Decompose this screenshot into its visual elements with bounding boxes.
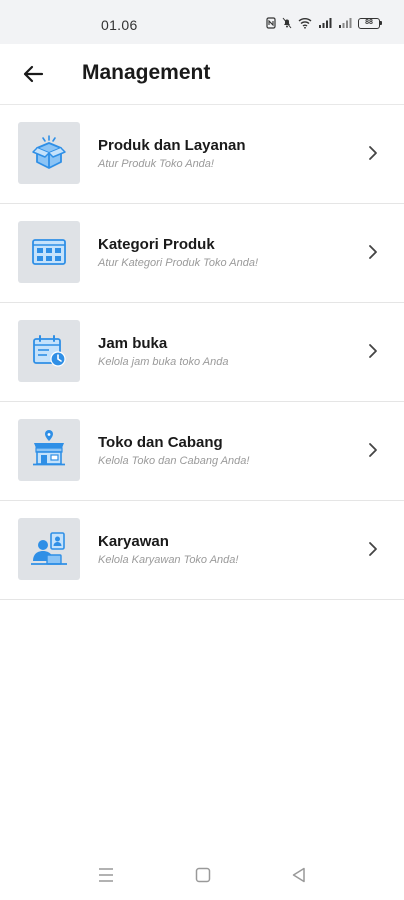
page-title: Management [82, 61, 211, 84]
menu-item-subtitle: Kelola Toko dan Cabang Anda! [98, 455, 250, 467]
chevron-right-icon [369, 245, 377, 259]
menu-item-subtitle: Kelola jam buka toko Anda [98, 356, 229, 368]
menu-item-subtitle: Atur Produk Toko Anda! [98, 158, 214, 170]
chevron-right-icon [369, 542, 377, 556]
chevron-right-icon [369, 344, 377, 358]
product-box-icon [18, 122, 80, 184]
mute-icon [282, 17, 292, 29]
menu-item-karyawan[interactable]: Karyawan Kelola Karyawan Toko Anda! [0, 501, 404, 600]
arrow-left-icon [23, 65, 44, 83]
menu-item-subtitle: Kelola Karyawan Toko Anda! [98, 554, 239, 566]
wifi-icon [298, 18, 312, 29]
home-square-icon[interactable] [195, 866, 211, 884]
menu-item-produk-layanan[interactable]: Produk dan Layanan Atur Produk Toko Anda… [0, 105, 404, 204]
signal-icon [319, 18, 332, 28]
menu-item-title: Kategori Produk [98, 236, 215, 253]
nfc-icon [266, 17, 276, 29]
calendar-clock-icon [18, 320, 80, 382]
system-nav-bar [0, 850, 404, 900]
status-time: 01.06 [101, 17, 138, 33]
employee-icon [18, 518, 80, 580]
menu-item-title: Toko dan Cabang [98, 434, 223, 451]
menu-item-title: Jam buka [98, 335, 168, 352]
menu-item-jam-buka[interactable]: Jam buka Kelola jam buka toko Anda [0, 303, 404, 402]
menu-item-toko-cabang[interactable]: Toko dan Cabang Kelola Toko dan Cabang A… [0, 402, 404, 501]
management-menu: Produk dan Layanan Atur Produk Toko Anda… [0, 105, 404, 600]
category-grid-icon [18, 221, 80, 283]
battery-indicator: 88 [358, 17, 382, 29]
menu-item-title: Karyawan [98, 533, 169, 550]
status-icons: 88 [266, 15, 382, 31]
chevron-right-icon [369, 146, 377, 160]
app-header: Management [0, 44, 404, 105]
menu-item-title: Produk dan Layanan [98, 137, 246, 154]
back-triangle-icon[interactable] [291, 866, 307, 884]
menu-item-subtitle: Atur Kategori Produk Toko Anda! [98, 257, 259, 269]
store-icon [18, 419, 80, 481]
back-button[interactable] [17, 58, 49, 90]
menu-item-kategori-produk[interactable]: Kategori Produk Atur Kategori Produk Tok… [0, 204, 404, 303]
chevron-right-icon [369, 443, 377, 457]
signal-2-icon [339, 18, 352, 28]
recents-menu-icon[interactable] [98, 866, 114, 884]
status-bar: 01.06 88 [0, 0, 404, 44]
